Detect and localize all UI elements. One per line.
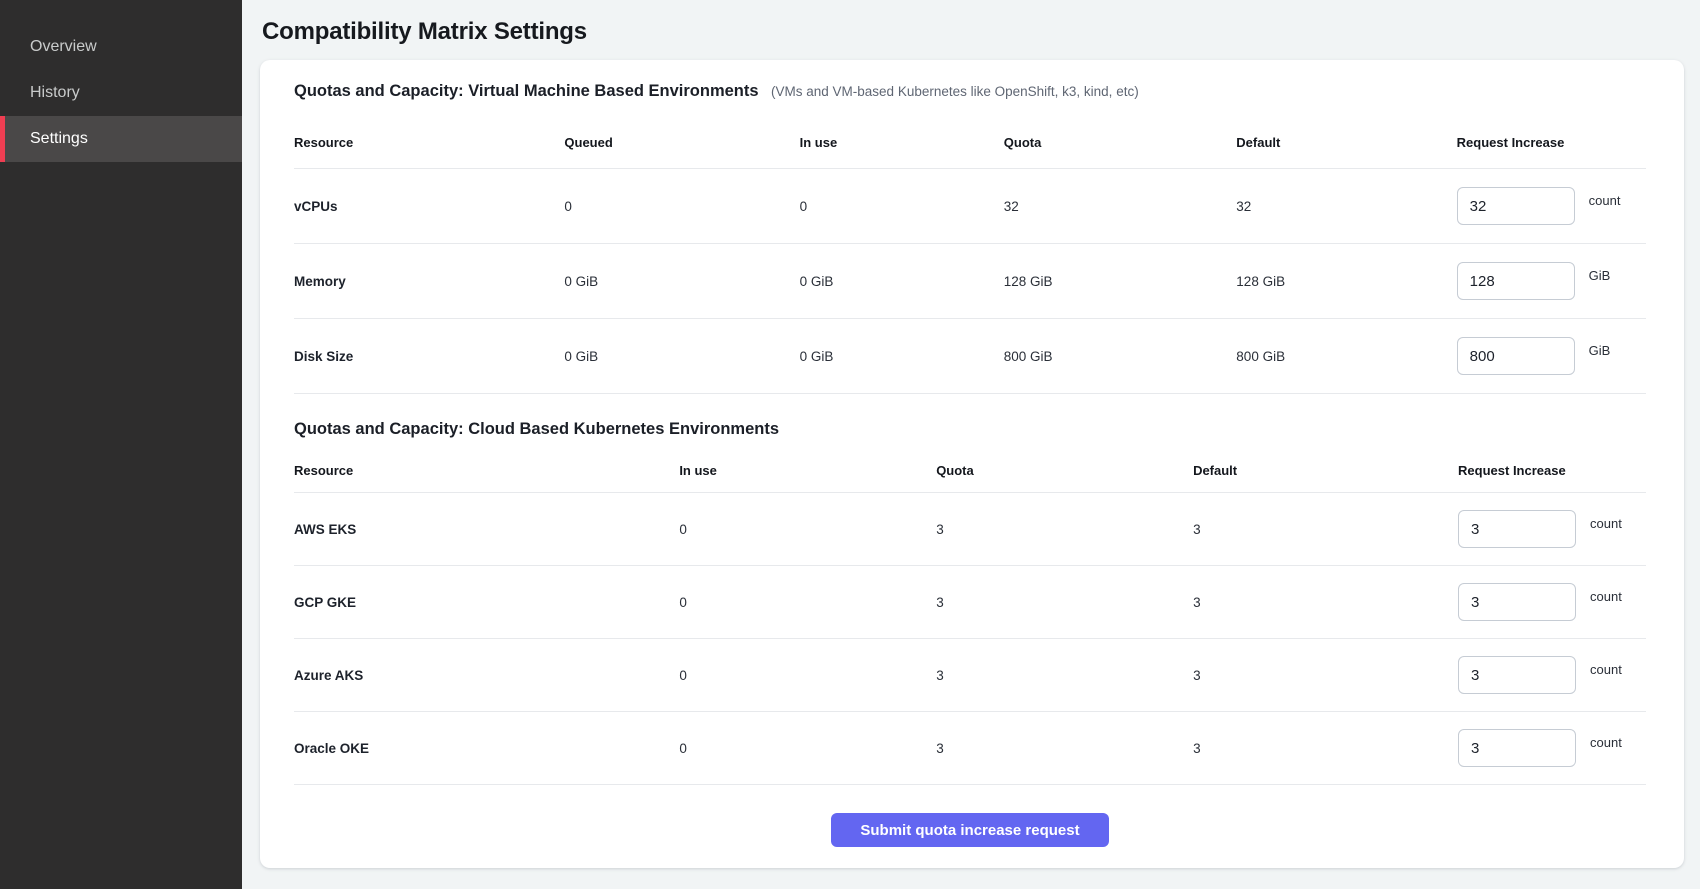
unit-label: GiB [1589, 343, 1611, 358]
request-increase-input-gcp-gke[interactable] [1458, 583, 1576, 621]
request-increase-input-vcpus[interactable] [1457, 187, 1575, 225]
vm-section-title: Quotas and Capacity: Virtual Machine Bas… [294, 82, 759, 100]
vm-section-header: Quotas and Capacity: Virtual Machine Bas… [294, 80, 1646, 103]
cell-resource: Oracle OKE [294, 741, 679, 756]
sidebar-item-label: Overview [30, 38, 97, 56]
vm-table-header: Resource Queued In use Quota Default Req… [294, 117, 1646, 169]
cell-queued: 0 [564, 199, 799, 214]
table-row-gcp-gke: GCP GKE 0 3 3 count [294, 566, 1646, 639]
unit-label: count [1589, 193, 1621, 208]
cloud-table-header: Resource In use Quota Default Request In… [294, 449, 1646, 493]
unit-label: GiB [1589, 268, 1611, 283]
column-header-quota: Quota [936, 463, 1193, 478]
cell-default: 800 GiB [1236, 349, 1456, 364]
column-header-in-use: In use [679, 463, 936, 478]
cell-in-use: 0 GiB [800, 349, 1004, 364]
sidebar-item-history[interactable]: History [0, 70, 242, 116]
unit-label: count [1590, 516, 1622, 531]
page-title: Compatibility Matrix Settings [262, 18, 1684, 46]
submit-quota-button[interactable]: Submit quota increase request [831, 813, 1109, 847]
cell-in-use: 0 [679, 595, 936, 610]
cell-default: 128 GiB [1236, 274, 1456, 289]
cell-default: 3 [1193, 741, 1458, 756]
column-header-request-increase: Request Increase [1457, 135, 1646, 150]
unit-label: count [1590, 589, 1622, 604]
cell-quota: 32 [1004, 199, 1237, 214]
cell-in-use: 0 [800, 199, 1004, 214]
cell-default: 3 [1193, 668, 1458, 683]
cell-resource: Disk Size [294, 349, 564, 364]
cell-default: 3 [1193, 595, 1458, 610]
cell-resource: GCP GKE [294, 595, 679, 610]
request-increase-input-aws-eks[interactable] [1458, 510, 1576, 548]
table-row-disk-size: Disk Size 0 GiB 0 GiB 800 GiB 800 GiB Gi… [294, 319, 1646, 394]
column-header-quota: Quota [1004, 135, 1237, 150]
request-increase-input-azure-aks[interactable] [1458, 656, 1576, 694]
cell-resource: Memory [294, 274, 564, 289]
main-content: Compatibility Matrix Settings Quotas and… [242, 0, 1700, 889]
cell-resource: AWS EKS [294, 522, 679, 537]
table-row-vcpus: vCPUs 0 0 32 32 count [294, 169, 1646, 244]
table-row-oracle-oke: Oracle OKE 0 3 3 count [294, 712, 1646, 785]
request-increase-input-memory[interactable] [1457, 262, 1575, 300]
column-header-resource: Resource [294, 463, 679, 478]
table-row-memory: Memory 0 GiB 0 GiB 128 GiB 128 GiB GiB [294, 244, 1646, 319]
table-row-aws-eks: AWS EKS 0 3 3 count [294, 493, 1646, 566]
cell-quota: 128 GiB [1004, 274, 1237, 289]
column-header-queued: Queued [564, 135, 799, 150]
cell-queued: 0 GiB [564, 274, 799, 289]
column-header-in-use: In use [800, 135, 1004, 150]
cell-quota: 800 GiB [1004, 349, 1237, 364]
cell-default: 3 [1193, 522, 1458, 537]
cell-default: 32 [1236, 199, 1456, 214]
column-header-default: Default [1193, 463, 1458, 478]
sidebar-item-settings[interactable]: Settings [0, 116, 242, 162]
column-header-resource: Resource [294, 135, 564, 150]
cell-resource: Azure AKS [294, 668, 679, 683]
cell-quota: 3 [936, 668, 1193, 683]
sidebar-item-label: Settings [30, 130, 88, 148]
cloud-section-title: Quotas and Capacity: Cloud Based Kuberne… [294, 420, 779, 438]
cell-quota: 3 [936, 522, 1193, 537]
unit-label: count [1590, 735, 1622, 750]
request-increase-input-disk-size[interactable] [1457, 337, 1575, 375]
cell-quota: 3 [936, 741, 1193, 756]
cell-in-use: 0 [679, 741, 936, 756]
sidebar-item-overview[interactable]: Overview [0, 24, 242, 70]
table-row-azure-aks: Azure AKS 0 3 3 count [294, 639, 1646, 712]
sidebar-item-label: History [30, 84, 80, 102]
column-header-default: Default [1236, 135, 1456, 150]
column-header-request-increase: Request Increase [1458, 463, 1646, 478]
settings-card: Quotas and Capacity: Virtual Machine Bas… [260, 60, 1684, 868]
sidebar: Overview History Settings [0, 0, 242, 889]
cell-resource: vCPUs [294, 199, 564, 214]
card-footer: Submit quota increase request [294, 813, 1646, 847]
cell-in-use: 0 GiB [800, 274, 1004, 289]
cell-queued: 0 GiB [564, 349, 799, 364]
cell-quota: 3 [936, 595, 1193, 610]
request-increase-input-oracle-oke[interactable] [1458, 729, 1576, 767]
cell-in-use: 0 [679, 522, 936, 537]
cell-in-use: 0 [679, 668, 936, 683]
vm-section-subtitle: (VMs and VM-based Kubernetes like OpenSh… [771, 84, 1139, 99]
cloud-section-header: Quotas and Capacity: Cloud Based Kuberne… [294, 418, 1646, 441]
unit-label: count [1590, 662, 1622, 677]
